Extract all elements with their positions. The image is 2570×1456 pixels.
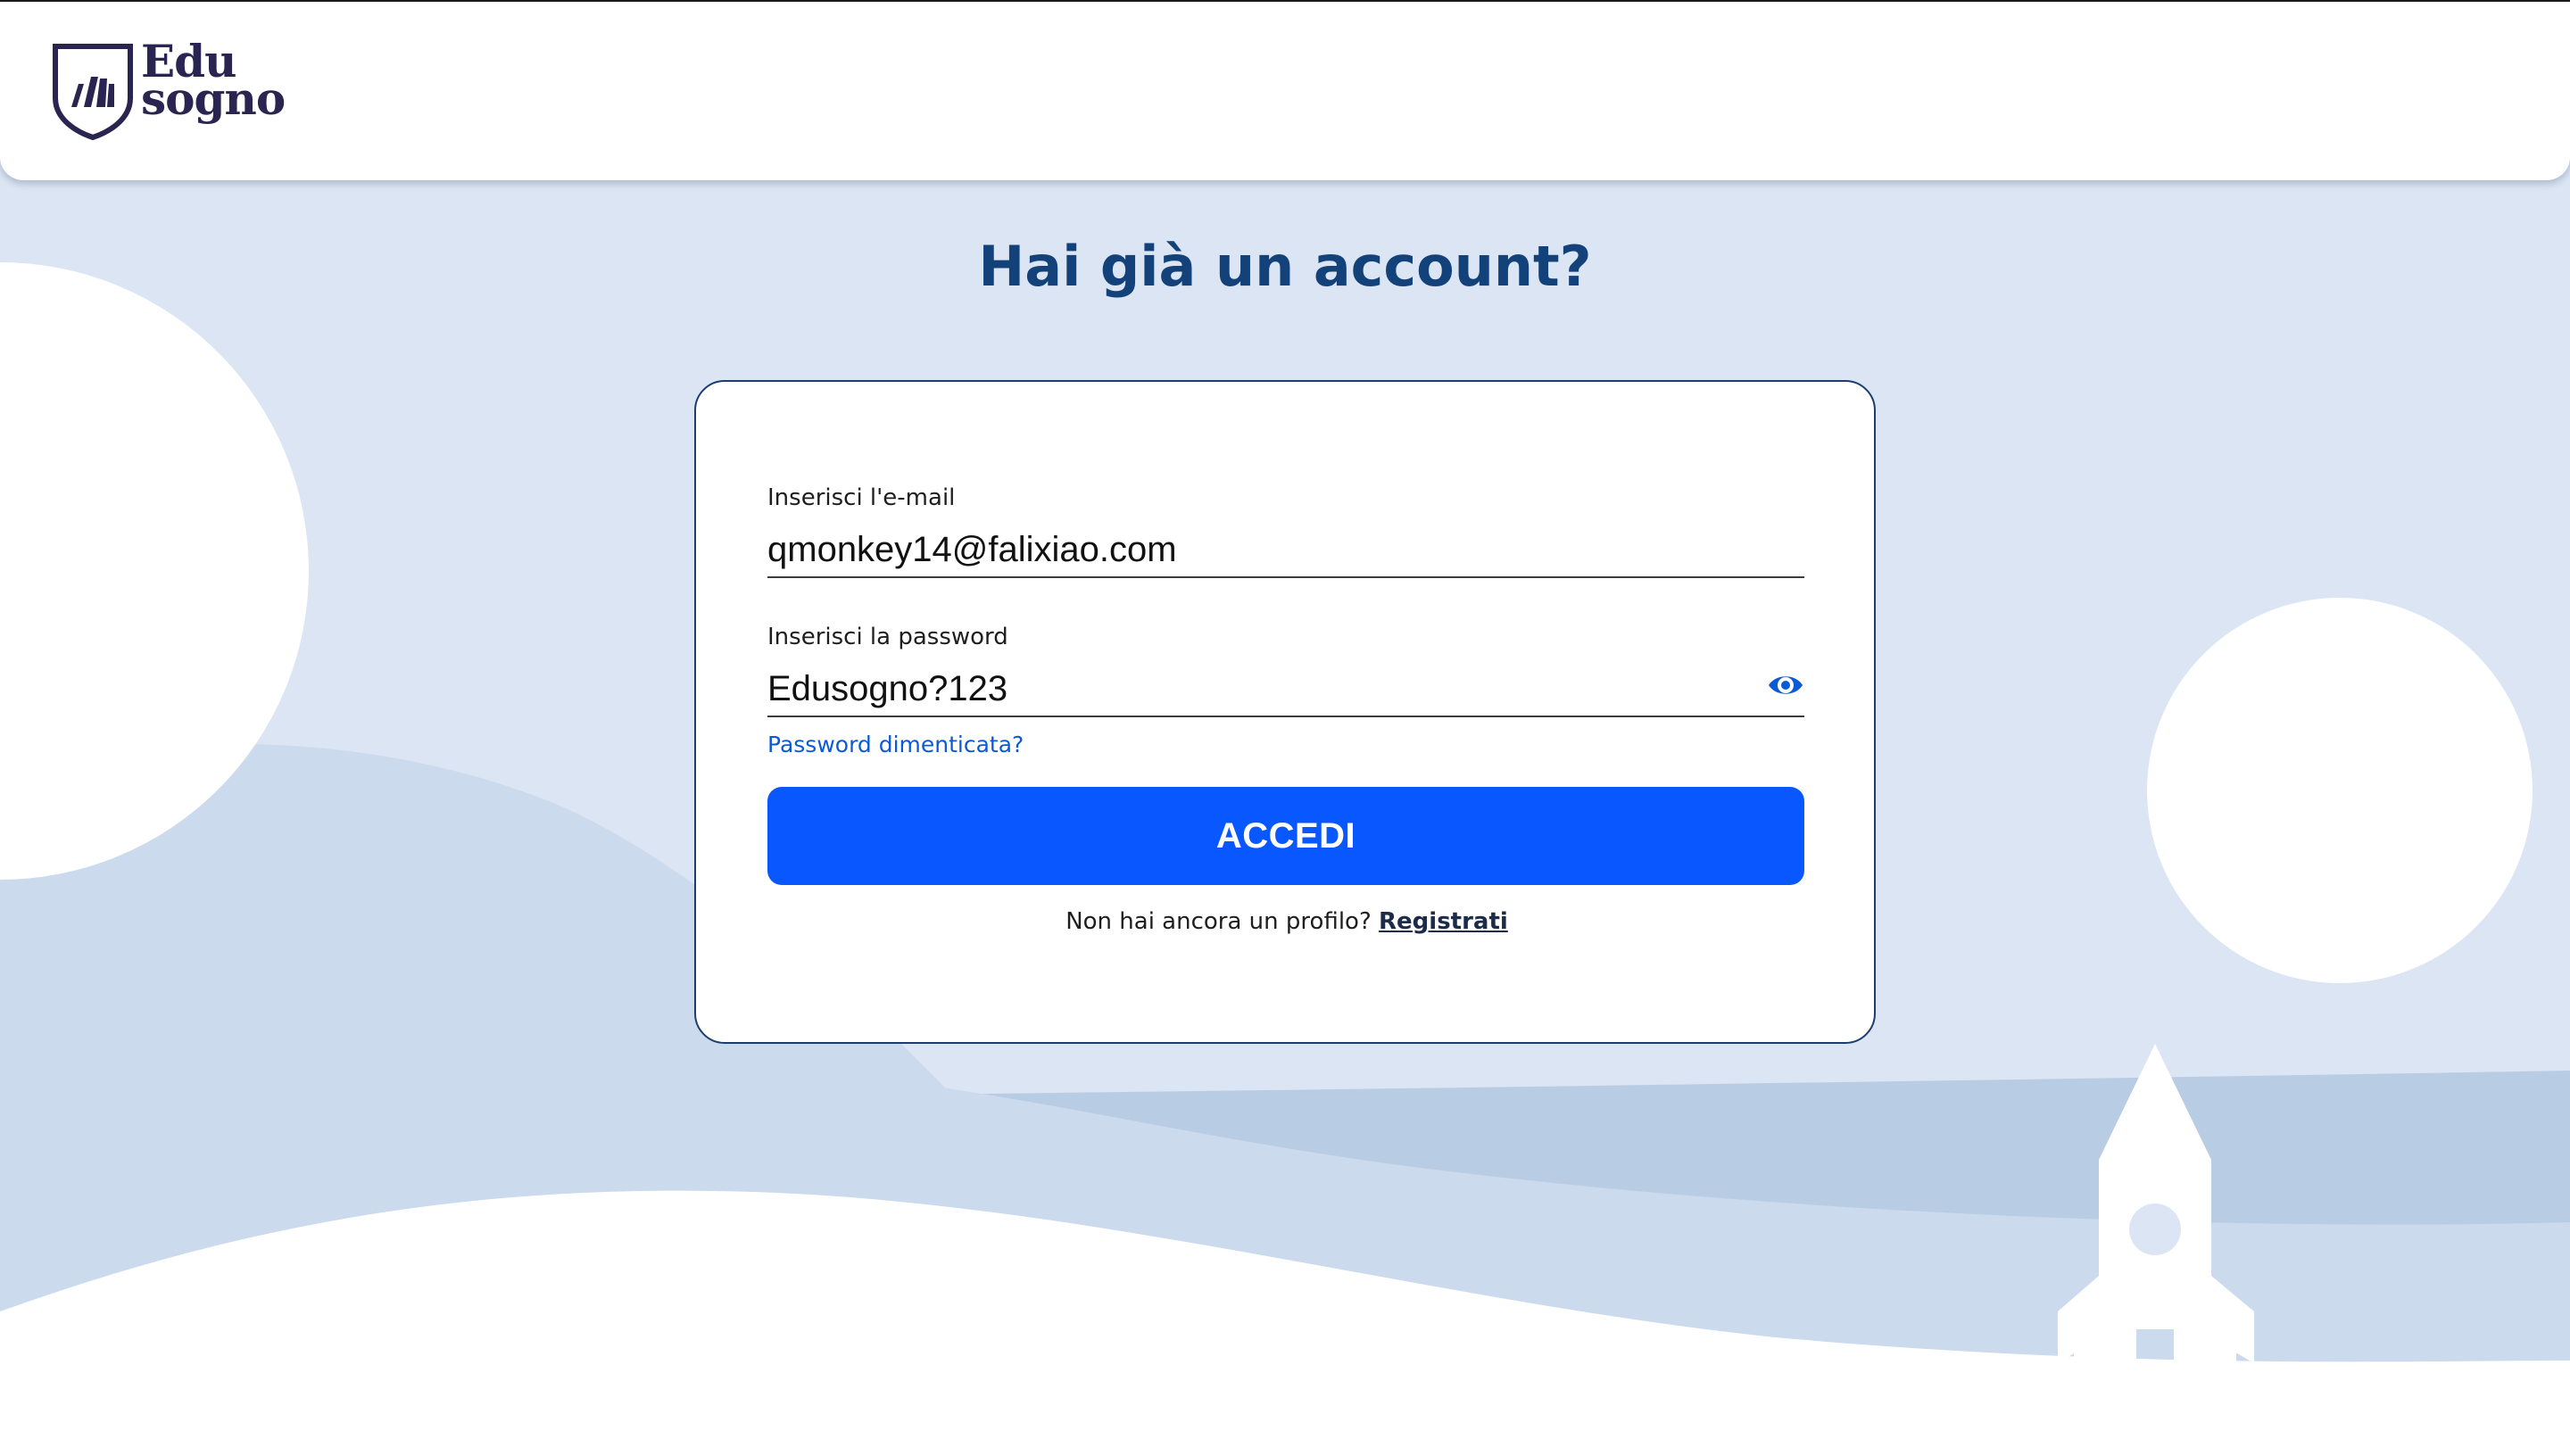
page-title: Hai già un account? <box>978 234 1592 299</box>
shield-logo-icon <box>53 44 133 141</box>
eye-icon[interactable] <box>1767 669 1804 701</box>
header-bar: Edu sogno <box>0 0 2570 180</box>
logo-wordmark: Edu sogno <box>141 39 286 125</box>
logo-line-2: sogno <box>141 72 286 125</box>
email-field-group: Inserisci l'e-mail <box>767 482 1804 578</box>
email-label: Inserisci l'e-mail <box>767 484 956 511</box>
login-card: Inserisci l'e-mail Inserisci la password… <box>694 380 1876 1044</box>
register-prompt: Non hai ancora un profilo? <box>1065 908 1380 935</box>
email-input[interactable] <box>767 523 1804 578</box>
edusogno-logo[interactable]: Edu sogno <box>52 39 286 141</box>
password-field-group: Inserisci la password <box>767 621 1804 717</box>
password-label: Inserisci la password <box>767 624 1008 650</box>
login-button[interactable]: ACCEDI <box>767 787 1804 885</box>
register-link[interactable]: Registrati <box>1379 908 1508 935</box>
forgot-password-link[interactable]: Password dimenticata? <box>767 732 1024 757</box>
background-circle-right <box>2147 598 2533 983</box>
password-input[interactable] <box>767 662 1804 717</box>
register-row: Non hai ancora un profilo? Registrati <box>696 908 1878 935</box>
page: Edu sogno Hai già un account? Inserisci … <box>0 0 2570 1456</box>
